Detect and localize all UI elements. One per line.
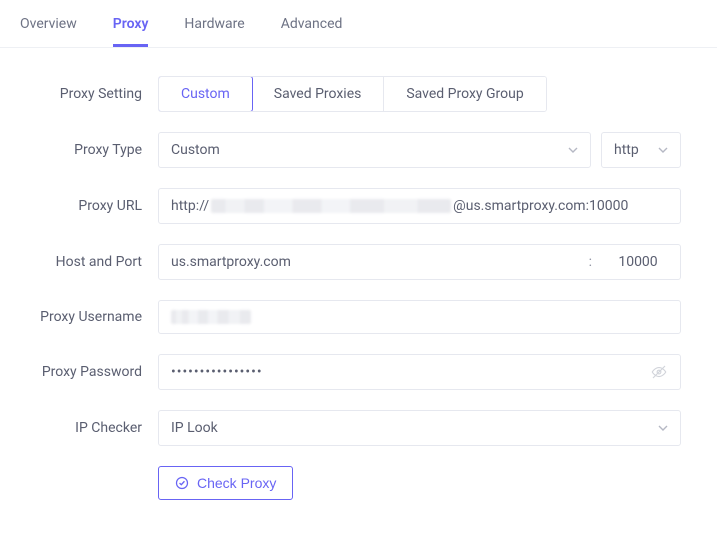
tab-proxy[interactable]: Proxy (113, 12, 149, 47)
redacted-username (171, 310, 251, 324)
seg-custom[interactable]: Custom (158, 76, 253, 112)
proxy-type-select[interactable]: Custom (158, 132, 591, 168)
host-port-separator: : (573, 254, 608, 270)
tab-advanced[interactable]: Advanced (281, 12, 343, 47)
proxy-url-suffix: @us.smartproxy.com:10000 (453, 198, 628, 214)
tab-overview[interactable]: Overview (20, 12, 77, 47)
label-proxy-username: Proxy Username (0, 309, 158, 325)
chevron-down-icon (658, 423, 668, 433)
proxy-password-input[interactable] (171, 355, 650, 389)
proxy-type-value: Custom (171, 142, 220, 158)
seg-saved-proxy-group[interactable]: Saved Proxy Group (384, 77, 545, 111)
port-input[interactable] (608, 245, 668, 279)
label-proxy-type: Proxy Type (0, 142, 158, 158)
redacted-credentials (211, 199, 451, 213)
check-circle-icon (175, 476, 189, 490)
protocol-value: http (614, 142, 639, 158)
chevron-down-icon (568, 145, 578, 155)
label-proxy-setting: Proxy Setting (0, 86, 158, 102)
label-ip-checker: IP Checker (0, 420, 158, 436)
label-proxy-url: Proxy URL (0, 198, 158, 214)
proxy-url-input[interactable]: http:// @us.smartproxy.com:10000 (158, 188, 681, 224)
label-proxy-password: Proxy Password (0, 364, 158, 380)
proxy-setting-segmented: Custom Saved Proxies Saved Proxy Group (158, 76, 547, 112)
check-proxy-label: Check Proxy (197, 475, 276, 491)
protocol-select[interactable]: http (601, 132, 681, 168)
host-input[interactable] (171, 245, 573, 279)
proxy-username-input[interactable] (158, 300, 681, 334)
eye-off-icon[interactable] (650, 363, 668, 381)
ip-checker-value: IP Look (171, 420, 218, 436)
proxy-url-prefix: http:// (171, 198, 209, 214)
seg-saved-proxies[interactable]: Saved Proxies (252, 77, 385, 111)
ip-checker-select[interactable]: IP Look (158, 410, 681, 446)
proxy-form: Proxy Setting Custom Saved Proxies Saved… (0, 48, 717, 520)
proxy-password-wrap (158, 354, 681, 390)
label-host-port: Host and Port (0, 254, 158, 270)
check-proxy-button[interactable]: Check Proxy (158, 466, 293, 500)
chevron-down-icon (658, 145, 668, 155)
tab-bar: Overview Proxy Hardware Advanced (0, 0, 717, 48)
host-port-group: : (158, 244, 681, 280)
tab-hardware[interactable]: Hardware (184, 12, 244, 47)
